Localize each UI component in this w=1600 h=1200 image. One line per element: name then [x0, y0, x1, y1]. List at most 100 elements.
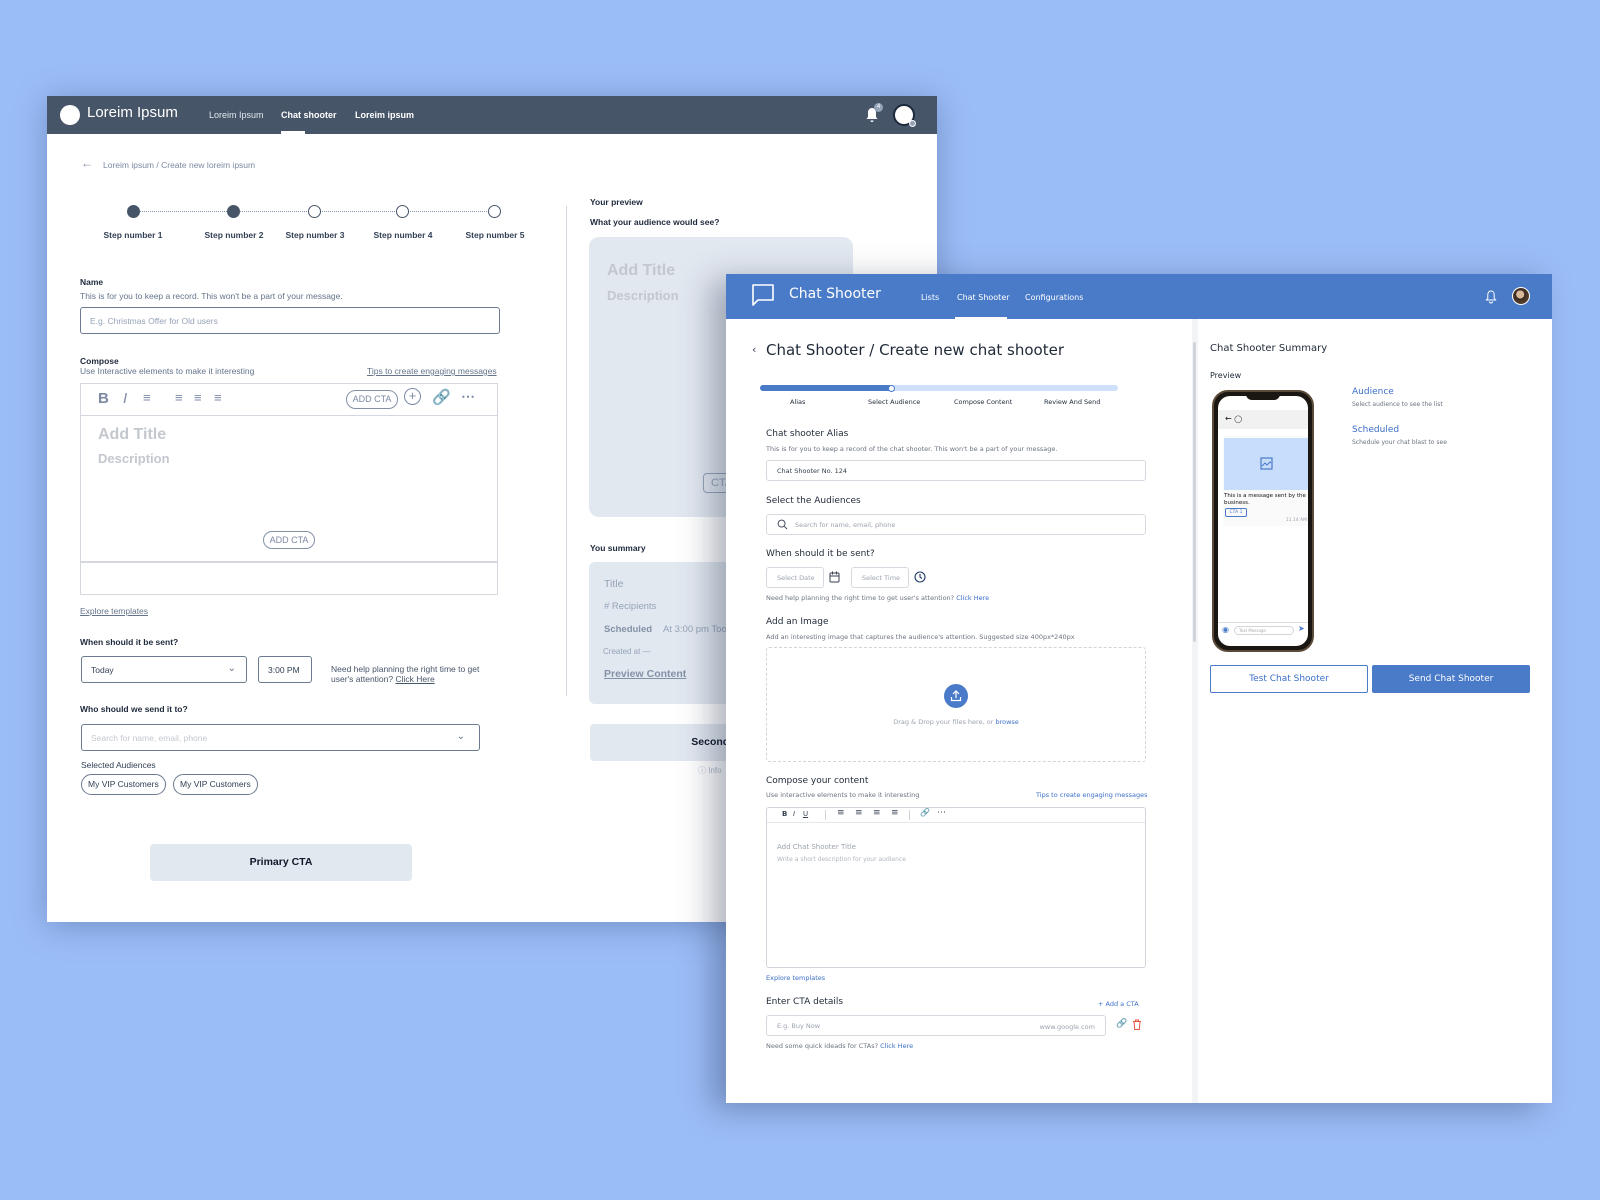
- primary-cta-button[interactable]: Primary CTA: [150, 844, 412, 881]
- name-input[interactable]: E.g. Christmas Offer for Old users: [80, 307, 500, 334]
- compose-label: Compose: [80, 356, 119, 366]
- list-icon[interactable]: ≡: [143, 390, 151, 405]
- cta-text-input[interactable]: E.g. Buy Now www.google.com: [766, 1015, 1106, 1036]
- preview-content-link[interactable]: Preview Content: [604, 668, 686, 680]
- underline-icon[interactable]: U: [803, 810, 808, 818]
- recipients-placeholder: Search for name, email, phone: [91, 732, 208, 743]
- click-here-link[interactable]: Click Here: [956, 594, 989, 602]
- time-input[interactable]: Select Time: [851, 567, 909, 588]
- progress-step-alias: Alias: [790, 398, 806, 406]
- avatar[interactable]: [893, 104, 916, 127]
- nav-item-lists[interactable]: Lists: [921, 293, 939, 302]
- drop-text: Drag & Drop your files here, or browse: [767, 718, 1145, 726]
- description-placeholder[interactable]: Description: [98, 451, 170, 466]
- back-chevron-icon[interactable]: ‹: [752, 343, 756, 356]
- summary-heading: Chat Shooter Summary: [1210, 343, 1328, 354]
- step-5-dot[interactable]: [488, 205, 501, 218]
- page-title: Chat Shooter / Create new chat shooter: [766, 341, 1065, 359]
- toolbar-divider: [909, 810, 910, 820]
- back-arrow-icon: ←: [1225, 414, 1232, 423]
- align-justify-icon[interactable]: ≡: [175, 390, 183, 405]
- upload-icon[interactable]: [944, 684, 968, 708]
- title-placeholder[interactable]: Add Chat Shooter Title: [777, 843, 856, 851]
- step-3-dot[interactable]: [308, 205, 321, 218]
- step-4-dot[interactable]: [396, 205, 409, 218]
- cta-label: Enter CTA details: [766, 997, 844, 1007]
- clock-icon[interactable]: [914, 571, 926, 583]
- step-2-label: Step number 2: [204, 230, 264, 240]
- top-nav: Chat Shooter Lists Chat Shooter Configur…: [726, 274, 1552, 319]
- back-arrow-icon[interactable]: ←: [81, 156, 93, 170]
- recipients-search[interactable]: Search for name, email, phone ⌄: [81, 724, 480, 751]
- test-chat-shooter-button[interactable]: Test Chat Shooter: [1210, 665, 1368, 693]
- compose-editor[interactable]: B I ≡ ≡ ≡ ≡ ADD CTA + 🔗 ⋯ Add Title Desc…: [80, 383, 498, 595]
- compose-help: Use Interactive elements to make it inte…: [80, 366, 255, 376]
- bold-icon[interactable]: B: [782, 810, 787, 818]
- scrollbar[interactable]: [1193, 342, 1196, 642]
- toolbar-add-cta-button[interactable]: ADD CTA: [346, 390, 398, 409]
- explore-templates-link[interactable]: Explore templates: [766, 974, 825, 982]
- image-dropzone[interactable]: Drag & Drop your files here, or browse: [766, 647, 1146, 762]
- nav-item-chat-shooter[interactable]: Chat Shooter: [957, 293, 1010, 302]
- date-input[interactable]: Select Date: [766, 567, 824, 588]
- title-placeholder[interactable]: Add Title: [98, 426, 166, 444]
- add-icon[interactable]: +: [404, 388, 421, 405]
- explore-templates-link[interactable]: Explore templates: [80, 606, 148, 616]
- time-input[interactable]: 3:00 PM: [258, 656, 312, 683]
- top-nav: Loreim Ipsum Loreim Ipsum Chat shooter L…: [47, 96, 937, 134]
- calendar-icon[interactable]: [829, 571, 840, 583]
- align-left-icon[interactable]: ≡: [194, 390, 202, 405]
- link-icon[interactable]: 🔗: [432, 388, 451, 406]
- click-here-link[interactable]: Click Here: [880, 1042, 913, 1050]
- audience-chip[interactable]: My VIP Customers: [81, 774, 166, 795]
- more-icon[interactable]: ⋯: [461, 388, 475, 405]
- send-chat-shooter-button[interactable]: Send Chat Shooter: [1372, 665, 1530, 693]
- step-2-dot[interactable]: [227, 205, 240, 218]
- editor-toolbar: B I U ≡ ≡ ≡ ≡ 🔗 ⋯: [767, 808, 1145, 823]
- audiences-search[interactable]: Search for name, email, phone: [766, 514, 1146, 535]
- link-icon[interactable]: 🔗: [920, 808, 930, 817]
- day-select[interactable]: Today ⌄: [81, 656, 247, 683]
- trash-icon[interactable]: [1132, 1019, 1142, 1030]
- alias-input[interactable]: Chat Shooter No. 124: [766, 460, 1146, 481]
- status-dot: [909, 120, 916, 127]
- progress-knob[interactable]: [888, 384, 896, 392]
- list-icon[interactable]: ≡: [891, 808, 899, 818]
- cta-url-placeholder[interactable]: www.google.com: [1040, 1023, 1095, 1031]
- tips-link[interactable]: Tips to create engaging messages: [1036, 791, 1148, 799]
- camera-icon: ◉: [1222, 625, 1229, 634]
- bold-icon[interactable]: B: [98, 390, 109, 407]
- click-here-link[interactable]: Click Here: [395, 674, 434, 684]
- summary-title: Title: [604, 578, 624, 590]
- link-icon[interactable]: 🔗: [1116, 1019, 1127, 1029]
- message-input: Text Message: [1234, 626, 1294, 635]
- step-5-label: Step number 5: [465, 230, 525, 240]
- nav-item-loreim-ipsum[interactable]: Loreim Ipsum: [209, 110, 264, 120]
- nav-item-configurations[interactable]: Configurations: [1025, 293, 1083, 302]
- avatar[interactable]: [1512, 287, 1530, 305]
- align-right-icon[interactable]: ≡: [214, 390, 222, 405]
- nav-item-loreim-ipsum-2[interactable]: Loreim ipsum: [355, 110, 414, 120]
- user-icon: ◯: [1234, 415, 1243, 423]
- brand-name: Chat Shooter: [789, 286, 881, 302]
- audience-help: Select audience to see the list: [1352, 401, 1443, 408]
- align-right-icon[interactable]: ≡: [873, 808, 881, 818]
- step-1-dot[interactable]: [127, 205, 140, 218]
- align-left-icon[interactable]: ≡: [855, 808, 863, 818]
- audience-chip[interactable]: My VIP Customers: [173, 774, 258, 795]
- description-placeholder[interactable]: Write a short description for your audie…: [777, 856, 906, 863]
- align-justify-icon[interactable]: ≡: [837, 808, 845, 818]
- compose-editor[interactable]: B I U ≡ ≡ ≡ ≡ 🔗 ⋯ Add Chat Shooter Title…: [766, 807, 1146, 968]
- more-icon[interactable]: ⋯: [937, 808, 946, 818]
- italic-icon[interactable]: I: [793, 810, 795, 818]
- italic-icon[interactable]: I: [123, 390, 127, 407]
- nav-item-chat-shooter[interactable]: Chat shooter: [281, 110, 337, 120]
- inline-add-cta-button[interactable]: ADD CTA: [263, 531, 315, 549]
- browse-link[interactable]: browse: [995, 718, 1018, 726]
- audiences-placeholder: Search for name, email, phone: [795, 520, 896, 529]
- tips-link[interactable]: Tips to create engaging messages: [367, 366, 497, 376]
- audience-title: Audience: [1352, 387, 1394, 397]
- bell-icon[interactable]: [1485, 290, 1497, 304]
- add-cta-link[interactable]: + Add a CTA: [1098, 1000, 1139, 1008]
- chevron-down-icon: ⌄: [227, 663, 236, 674]
